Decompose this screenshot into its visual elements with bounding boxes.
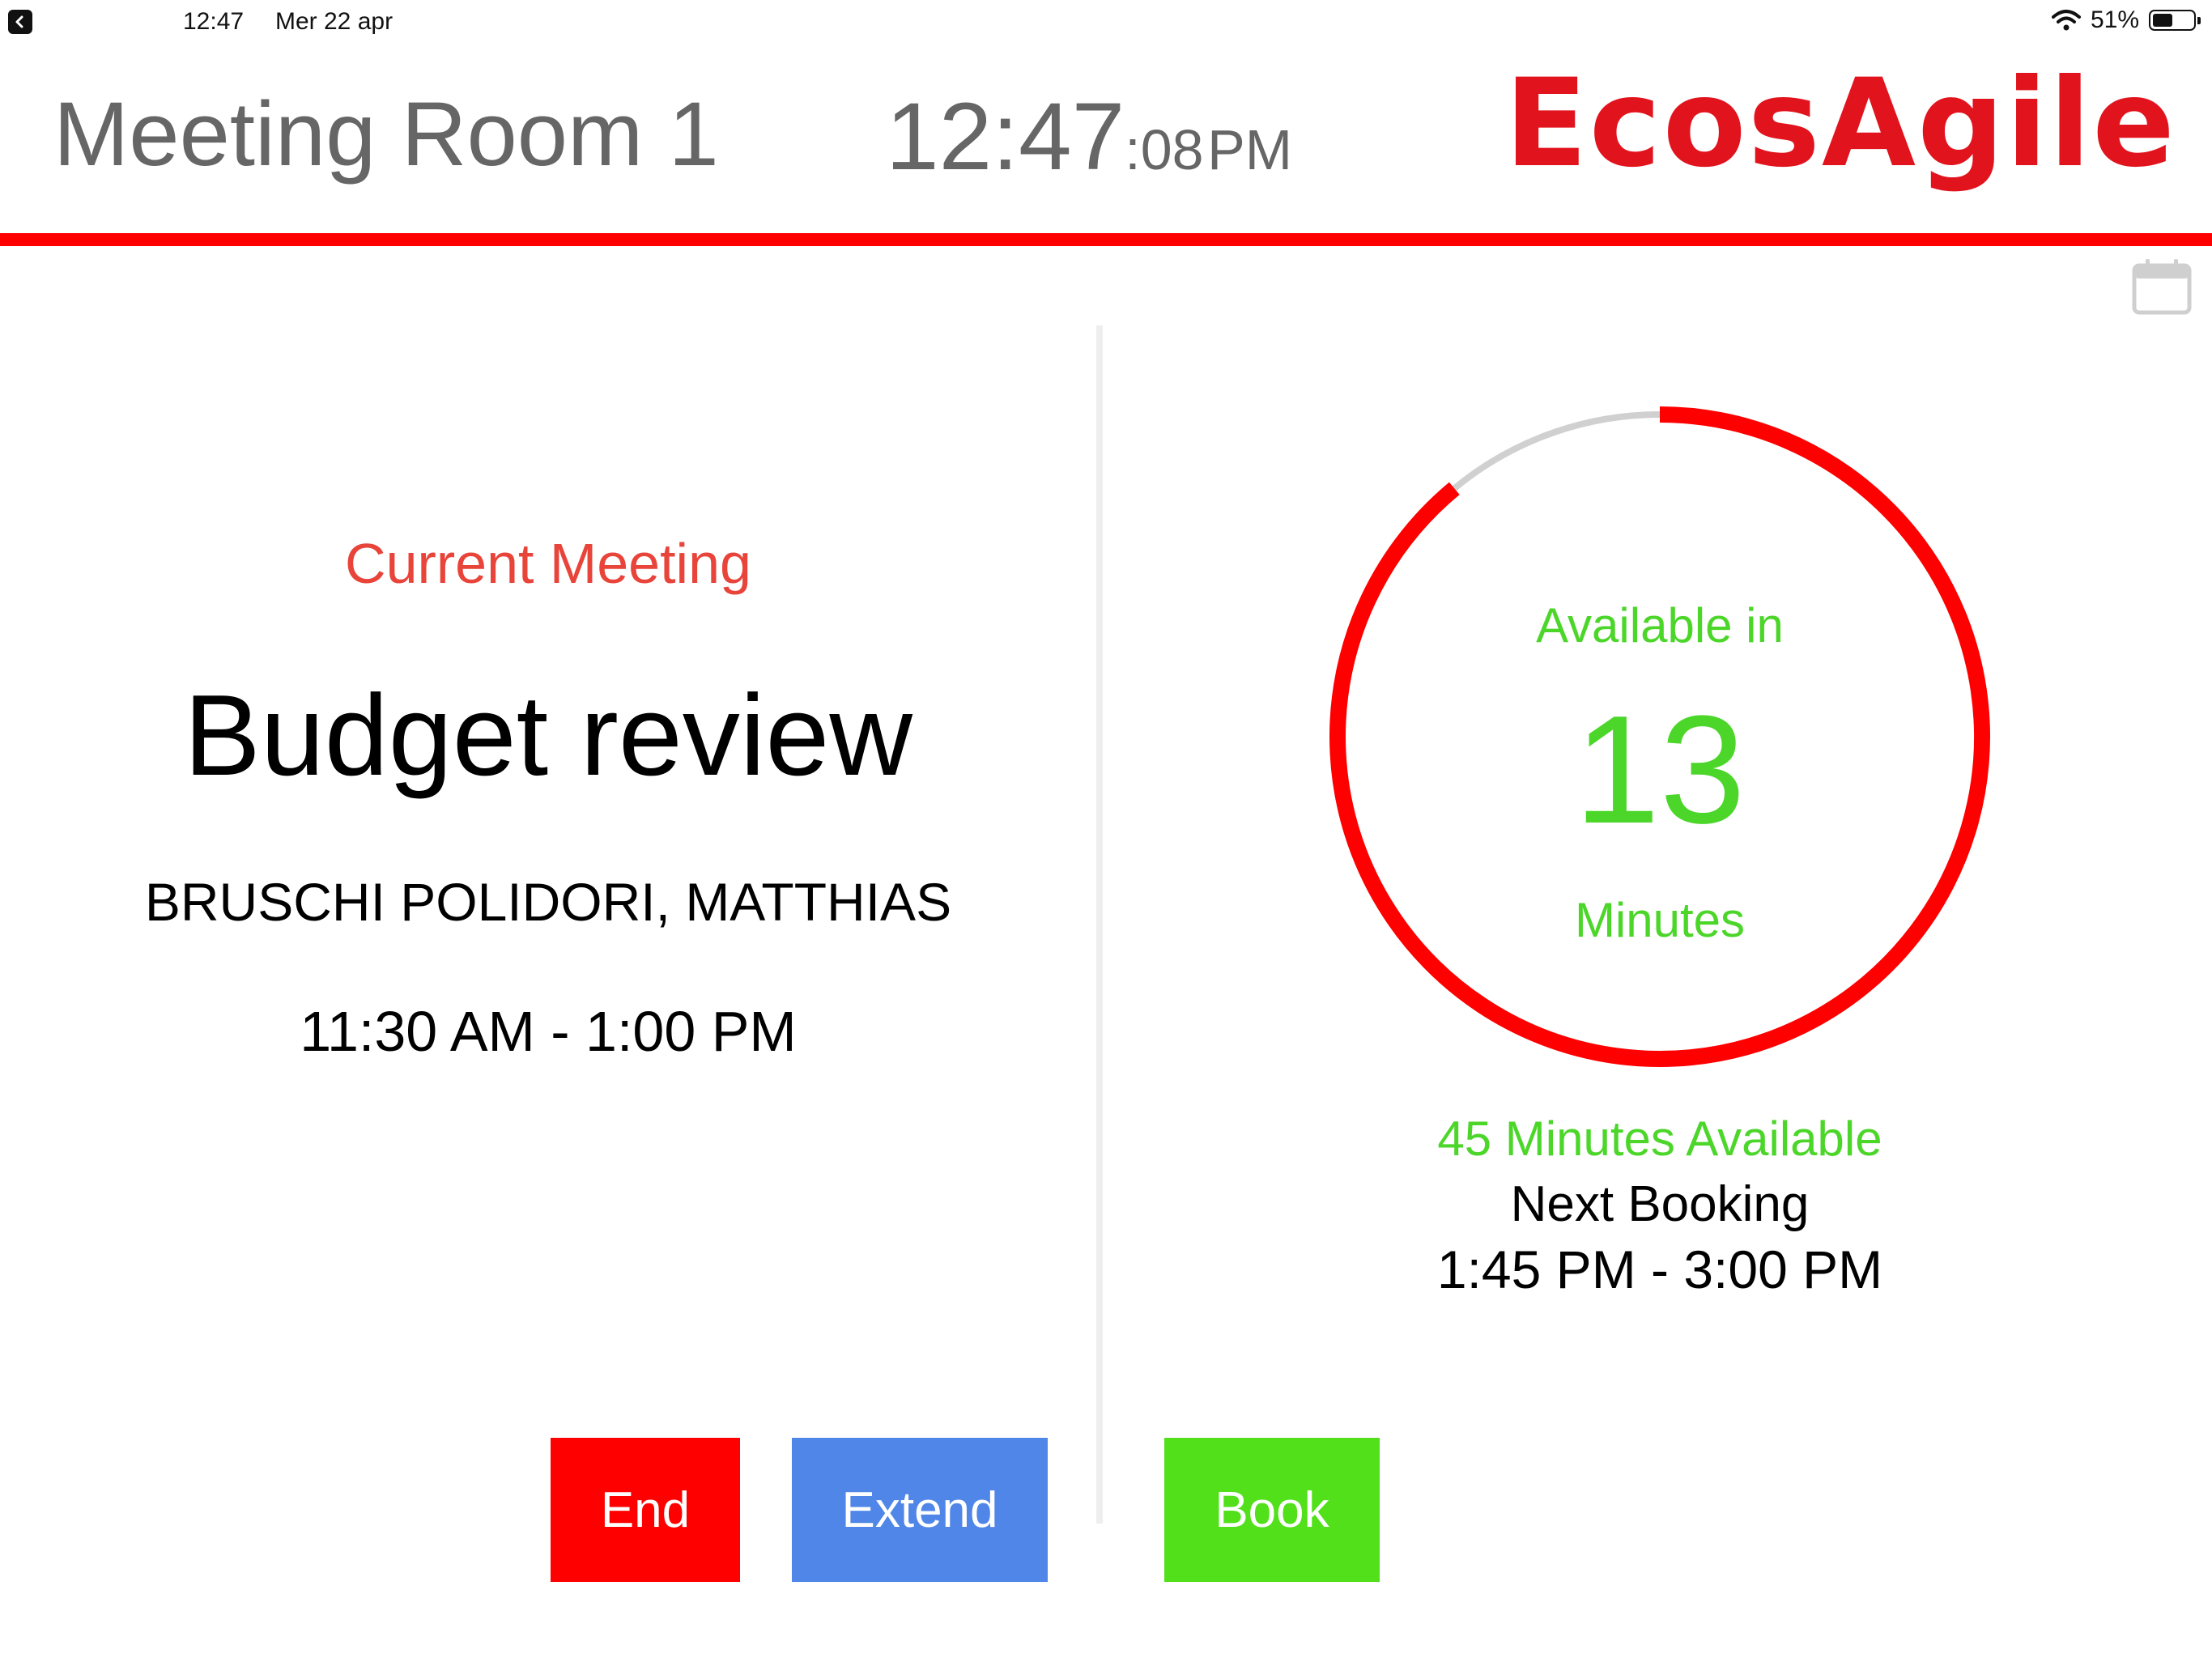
book-button[interactable]: Book bbox=[1164, 1438, 1380, 1582]
clock-hours-minutes: 12:47 bbox=[886, 83, 1125, 190]
wifi-icon bbox=[2051, 10, 2081, 31]
calendar-icon[interactable] bbox=[2131, 257, 2193, 316]
pane-divider bbox=[1096, 325, 1103, 1524]
minutes-available-text: 45 Minutes Available bbox=[1437, 1112, 1882, 1166]
header-divider bbox=[0, 233, 2212, 246]
back-icon[interactable] bbox=[8, 10, 32, 34]
battery-percent: 51% bbox=[2090, 6, 2139, 33]
available-in-label: Available in bbox=[1536, 598, 1784, 653]
chevron-left-icon bbox=[15, 15, 23, 28]
room-name: Meeting Room 1 bbox=[53, 83, 719, 185]
battery-icon bbox=[2149, 10, 2201, 31]
header-clock: 12:47:08 PM bbox=[886, 89, 1292, 185]
room-display-page: 12:47 Mer 22 apr 51% Meeting Room 1 12:4… bbox=[0, 0, 2212, 1658]
meeting-organizer: BRUSCHI POLIDORI, MATTHIAS bbox=[144, 872, 952, 932]
available-minutes-count: 13 bbox=[1574, 684, 1746, 856]
brand-logo: EcosAgile bbox=[1504, 53, 2176, 194]
end-button[interactable]: End bbox=[551, 1438, 740, 1582]
next-booking-label: Next Booking bbox=[1510, 1176, 1810, 1232]
clock-ampm: PM bbox=[1207, 118, 1293, 181]
available-minutes-unit: Minutes bbox=[1574, 893, 1746, 947]
status-bar: 12:47 Mer 22 apr 51% bbox=[0, 0, 2212, 45]
extend-button[interactable]: Extend bbox=[792, 1438, 1048, 1582]
meeting-time-range: 11:30 AM - 1:00 PM bbox=[300, 1000, 797, 1063]
battery-fill bbox=[2153, 14, 2173, 27]
status-indicators: 51% bbox=[2051, 6, 2201, 34]
next-booking-time: 1:45 PM - 3:00 PM bbox=[1436, 1239, 1883, 1299]
current-meeting-label: Current Meeting bbox=[345, 532, 751, 595]
clock-seconds: :08 bbox=[1125, 118, 1204, 181]
meeting-title: Budget review bbox=[184, 671, 912, 800]
status-date: Mer 22 apr bbox=[275, 8, 393, 35]
status-time: 12:47 bbox=[183, 8, 245, 35]
